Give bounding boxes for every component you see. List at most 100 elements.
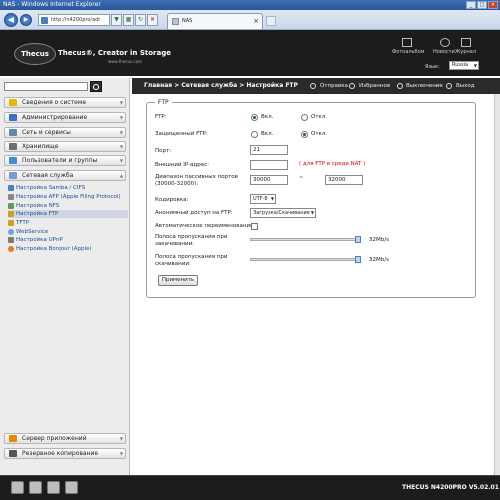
passive-port-from-input[interactable]: 30000 xyxy=(250,175,288,185)
passive-ports-label: Диапазон пассивных портов (30000-32000): xyxy=(155,174,238,187)
info-icon xyxy=(9,99,17,106)
log-icon[interactable] xyxy=(461,38,471,47)
sidebar-item-ftp[interactable]: Настройка FTP xyxy=(8,210,128,218)
anonymous-access-label: Анонимный доступ на FTP: xyxy=(155,210,233,216)
download-bandwidth-label: Полоса пропускания при скачивании: xyxy=(155,254,228,267)
ftp-off-radio[interactable] xyxy=(301,114,308,121)
sidebar-cat-app-server[interactable]: Сервер приложений ▼ xyxy=(4,433,126,444)
sidebar-cat-network-service[interactable]: Сетевая служба ▲ xyxy=(4,170,126,181)
secure-ftp-off-radio[interactable] xyxy=(301,131,308,138)
port-input[interactable]: 21 xyxy=(250,145,288,155)
main-scrollbar[interactable] xyxy=(494,94,500,475)
bonjour-icon xyxy=(8,246,14,252)
send-link[interactable]: Отправка xyxy=(320,78,348,94)
encoding-select[interactable]: UTF-8 xyxy=(250,194,276,204)
apply-button[interactable]: Применить xyxy=(158,275,198,286)
search-icon[interactable] xyxy=(90,81,102,92)
browser-tab[interactable]: NAS × xyxy=(167,13,263,29)
sidebar-cat-backup[interactable]: Резервное копирование ▼ xyxy=(4,448,126,459)
tab-title: NAS xyxy=(182,18,193,24)
sidebar-cat-label: Администрирование xyxy=(22,114,88,121)
encoding-label: Кодировка: xyxy=(155,197,189,203)
sidebar-cat-storage[interactable]: Хранилище ▼ xyxy=(4,141,126,152)
chevron-down-icon: ▼ xyxy=(119,144,123,149)
photo-album-link[interactable]: Фотоальбом xyxy=(392,49,424,55)
sidebar-item-bonjour[interactable]: Настройка Bonjour (Apple) xyxy=(8,245,128,253)
news-icon[interactable] xyxy=(440,38,450,47)
new-tab-button[interactable] xyxy=(266,16,276,26)
minimize-button[interactable]: _ xyxy=(466,1,476,9)
language-select[interactable]: Russia xyxy=(449,61,479,70)
sidebar-item-upnp[interactable]: Настройка UPnP xyxy=(8,236,128,244)
nat-note: ( для FTP в среде NAT ) xyxy=(299,161,366,167)
back-button[interactable]: ◀ xyxy=(4,13,18,27)
sidebar-item-samba[interactable]: Настройка Samba / CIFS xyxy=(8,184,128,192)
download-bandwidth-thumb[interactable] xyxy=(355,256,361,263)
sidebar-cat-label: Сведения о системе xyxy=(22,99,87,106)
sidebar-cat-label: Пользователи и группы xyxy=(22,157,98,164)
sidebar-item-webservice[interactable]: WebService xyxy=(8,228,128,236)
storage-icon xyxy=(9,143,17,150)
web-icon xyxy=(8,229,14,235)
favorites-link[interactable]: Избранное xyxy=(359,78,390,94)
external-ip-input[interactable] xyxy=(250,160,288,170)
anonymous-access-select[interactable]: Загрузка/Скачивание xyxy=(250,208,316,218)
close-window-button[interactable]: ✕ xyxy=(488,1,498,9)
refresh-icon[interactable]: ↻ xyxy=(135,14,146,26)
secure-ftp-off-label: Откл. xyxy=(311,131,328,137)
sidebar-cat-administration[interactable]: Администрирование ▼ xyxy=(4,112,126,123)
upnp-icon xyxy=(8,237,14,243)
photo-album-icon[interactable] xyxy=(402,38,412,47)
auto-rename-checkbox[interactable] xyxy=(251,223,258,230)
sidebar-cat-network[interactable]: Сеть и сервисы ▼ xyxy=(4,127,126,138)
sidebar-item-tftp[interactable]: TFTP xyxy=(8,219,128,227)
chevron-down-icon: ▼ xyxy=(119,130,123,135)
favorites-icon[interactable] xyxy=(349,83,355,89)
external-ip-label: Внешний IP-адрес: xyxy=(155,162,210,168)
sidebar-search-input[interactable] xyxy=(4,82,88,91)
sidebar-cat-system-info[interactable]: Сведения о системе ▼ xyxy=(4,97,126,108)
shutdown-link[interactable]: Выключение xyxy=(406,78,443,94)
address-dropdown-icon[interactable]: ▼ xyxy=(111,14,122,26)
upload-bandwidth-thumb[interactable] xyxy=(355,236,361,243)
chevron-down-icon: ▼ xyxy=(119,100,123,105)
secure-ftp-on-radio[interactable] xyxy=(251,131,258,138)
language-value: Russia xyxy=(452,62,469,68)
download-bandwidth-slider[interactable] xyxy=(250,258,358,261)
ftp-off-label: Откл. xyxy=(311,114,328,120)
ftp-legend: FTP xyxy=(155,99,172,106)
upload-bandwidth-label: Полоса пропускания при закачивании: xyxy=(155,234,228,247)
language-label: Язык: xyxy=(425,64,440,70)
download-bandwidth-value: 32Mb/s xyxy=(369,257,389,263)
power-icon[interactable] xyxy=(397,83,403,89)
maximize-button[interactable]: □ xyxy=(477,1,487,9)
sidebar-cat-users[interactable]: Пользователи и группы ▼ xyxy=(4,155,126,166)
upload-bandwidth-slider[interactable] xyxy=(250,238,358,241)
news-link[interactable]: Новости xyxy=(433,49,455,55)
send-icon[interactable] xyxy=(310,83,316,89)
logout-icon[interactable] xyxy=(446,83,452,89)
sidebar-item-label: TFTP xyxy=(16,220,30,226)
network-service-icon xyxy=(9,172,17,179)
passive-port-to-input[interactable]: 32000 xyxy=(325,175,363,185)
sidebar-item-nfs[interactable]: Настройка NFS xyxy=(8,202,128,210)
network-status-icon[interactable] xyxy=(65,481,78,494)
log-link[interactable]: Журнал xyxy=(455,49,476,55)
thecus-logo: Thecus xyxy=(14,43,56,65)
tab-close-icon[interactable]: × xyxy=(253,14,259,28)
address-bar[interactable]: http://n4200pro/adr xyxy=(38,14,110,26)
camera-icon[interactable] xyxy=(29,481,42,494)
compat-view-icon[interactable]: ▦ xyxy=(123,14,134,26)
sidebar-item-afp[interactable]: Настройка AFP (Apple Filing Protocol) xyxy=(8,193,128,201)
monitor-icon[interactable] xyxy=(47,481,60,494)
chevron-down-icon: ▼ xyxy=(119,158,123,163)
logout-link[interactable]: Выход xyxy=(456,78,475,94)
bottom-bar: THECUS N4200PRO V5.02.01 xyxy=(0,475,500,500)
disk-icon[interactable] xyxy=(11,481,24,494)
stop-icon[interactable]: ✕ xyxy=(147,14,158,26)
ftp-on-radio[interactable] xyxy=(251,114,258,121)
auto-rename-label: Автоматическое переименование: xyxy=(155,223,256,229)
nfs-icon xyxy=(8,203,14,209)
ftp-on-label: Вкл. xyxy=(261,114,274,120)
forward-button[interactable]: ▶ xyxy=(20,14,32,26)
